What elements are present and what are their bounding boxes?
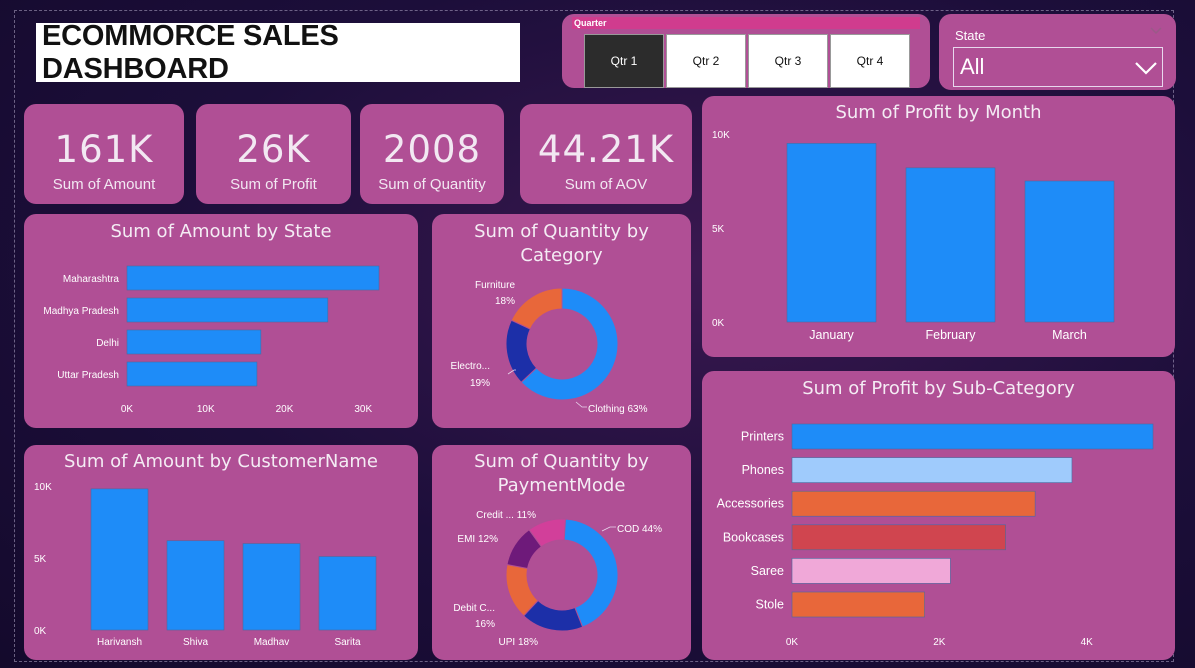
chart-svg: January February March 0K 5K 10K	[712, 130, 1115, 342]
category-label: Harivansh	[97, 637, 142, 648]
kpi-card-amount: 161K Sum of Amount	[24, 104, 184, 204]
axis-tick-label: 0K	[712, 318, 725, 329]
bar	[791, 457, 1073, 483]
category-label: Accessories	[717, 497, 784, 511]
bar	[791, 591, 925, 618]
bar	[126, 297, 329, 323]
dashboard-title: ECOMMORCE SALES DASHBOARD	[42, 19, 339, 85]
axis-tick-label: 5K	[34, 554, 47, 565]
category-label: Phones	[742, 463, 784, 477]
category-label: Maharashtra	[63, 274, 120, 285]
bar	[318, 556, 377, 631]
category-label: Saree	[751, 564, 784, 578]
kpi-value: 2008	[382, 128, 482, 171]
bar	[791, 490, 1036, 517]
slice-label: UPI 18%	[499, 637, 539, 648]
category-label: January	[809, 328, 854, 342]
axis-tick-label: 30K	[354, 404, 372, 415]
leader-line	[601, 526, 616, 532]
quarter-option-qtr3[interactable]: Qtr 3	[748, 34, 828, 88]
bar	[791, 423, 1154, 450]
collapse-chevron-icon[interactable]	[1149, 26, 1163, 36]
slice-label: Debit C...	[453, 603, 495, 614]
category-label: March	[1052, 328, 1087, 342]
kpi-card-aov: 44.21K Sum of AOV	[520, 104, 692, 204]
axis-tick-label: 0K	[121, 404, 134, 415]
axis-tick-label: 5K	[712, 224, 725, 235]
chart-quantity-by-paymentmode[interactable]: Sum of Quantity by PaymentMode COD 44% UP…	[432, 445, 691, 660]
axis-tick-label: 20K	[276, 404, 294, 415]
leader-line	[575, 401, 587, 408]
quarter-slicer: Quarter Qtr 1 Qtr 2 Qtr 3 Qtr 4	[562, 14, 930, 88]
bar	[242, 543, 301, 631]
slice-label: 16%	[475, 619, 495, 630]
axis-tick-label: 0K	[34, 626, 47, 637]
axis-tick-label: 0K	[786, 637, 799, 648]
bar	[905, 167, 996, 323]
bar	[786, 143, 877, 323]
bar	[126, 361, 258, 387]
slice-label: Electro...	[451, 361, 490, 372]
kpi-label: Sum of Amount	[52, 176, 156, 193]
chart-profit-by-month[interactable]: Sum of Profit by Month January February Ma…	[702, 96, 1175, 357]
bar	[791, 558, 951, 584]
chart-svg: Printers Phones Accessories Bookcases Saree S…	[717, 423, 1154, 648]
bar	[166, 540, 225, 631]
category-label: Delhi	[96, 338, 119, 349]
quarter-slicer-title: Quarter	[572, 17, 920, 29]
chart-svg: Clothing 63% Electro... 19% Furniture 18%	[451, 280, 648, 415]
axis-tick-label: 4K	[1081, 637, 1094, 648]
category-label: February	[925, 328, 976, 342]
slice-label: 19%	[470, 378, 490, 389]
quarter-option-qtr1[interactable]: Qtr 1	[584, 34, 664, 88]
bar	[126, 265, 380, 291]
kpi-label: Sum of Quantity	[378, 176, 486, 193]
chart-amount-by-customer[interactable]: Sum of Amount by CustomerName Harivansh S…	[24, 445, 418, 660]
category-label: Shiva	[183, 637, 208, 648]
bar	[791, 524, 1006, 551]
category-label: Sarita	[334, 637, 361, 648]
axis-tick-label: 10K	[712, 130, 730, 141]
slice-label: Clothing 63%	[588, 404, 648, 415]
bar	[1024, 180, 1115, 323]
quarter-option-qtr4[interactable]: Qtr 4	[830, 34, 910, 88]
kpi-value: 26K	[236, 128, 311, 171]
category-label: Uttar Pradesh	[57, 370, 119, 381]
kpi-label: Sum of Profit	[230, 176, 317, 193]
slice-label: Furniture	[475, 280, 515, 291]
chart-svg: Harivansh Shiva Madhav Sarita 0K 5K 10K	[34, 482, 377, 648]
chart-amount-by-state[interactable]: Sum of Amount by State Maharashtra Madhya…	[24, 214, 418, 428]
state-slicer-label: State	[955, 28, 986, 43]
dashboard-title-box: ECOMMORCE SALES DASHBOARD	[36, 20, 520, 85]
kpi-value: 161K	[54, 128, 154, 171]
chart-quantity-by-category[interactable]: Sum of Quantity by Category Clothing 63%…	[432, 214, 691, 428]
slice-label: COD 44%	[617, 524, 662, 535]
kpi-label: Sum of AOV	[564, 176, 648, 193]
bar	[90, 488, 149, 631]
donut-slice	[510, 287, 563, 330]
chevron-down-icon	[1135, 62, 1157, 75]
state-dropdown-value: All	[960, 54, 985, 79]
chart-svg: COD 44% UPI 18% Debit C... 16% EMI 12% Credit…	[453, 510, 662, 648]
chart-profit-by-subcategory[interactable]: Sum of Profit by Sub-Category Printers Ph…	[702, 371, 1175, 660]
chart-svg: Maharashtra Madhya Pradesh Delhi Uttar Prad…	[43, 265, 380, 415]
bar	[126, 329, 262, 355]
slice-label: 18%	[495, 296, 515, 307]
kpi-card-quantity: 2008 Sum of Quantity	[360, 104, 504, 204]
category-label: Printers	[741, 430, 784, 444]
kpi-value: 44.21K	[537, 128, 675, 171]
category-label: Madhav	[254, 637, 290, 648]
slice-label: EMI 12%	[457, 534, 498, 545]
quarter-option-qtr2[interactable]: Qtr 2	[666, 34, 746, 88]
kpi-card-profit: 26K Sum of Profit	[196, 104, 351, 204]
axis-tick-label: 2K	[933, 637, 946, 648]
category-label: Bookcases	[723, 530, 784, 544]
slice-label: Credit ... 11%	[476, 510, 536, 521]
state-dropdown[interactable]: All	[953, 47, 1163, 87]
axis-tick-label: 10K	[197, 404, 215, 415]
state-slicer: State All	[939, 14, 1176, 90]
axis-tick-label: 10K	[34, 482, 52, 493]
category-label: Stole	[756, 598, 785, 612]
category-label: Madhya Pradesh	[43, 306, 119, 317]
